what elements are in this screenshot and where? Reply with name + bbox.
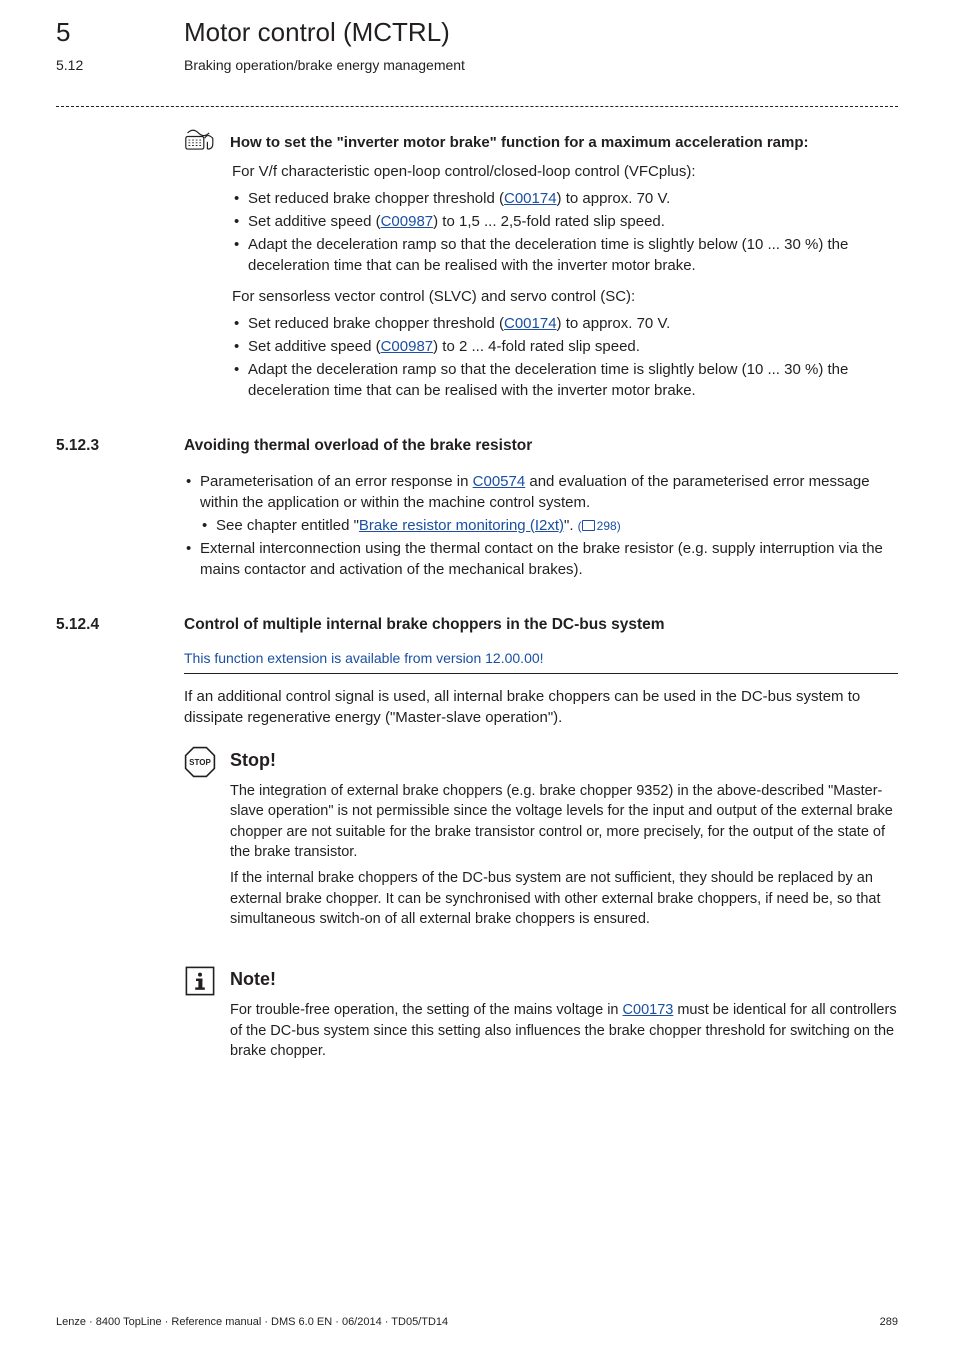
footer-page-number: 289 (880, 1315, 898, 1330)
howto-group1-intro: For V/f characteristic open-loop control… (232, 161, 898, 182)
procedure-icon (184, 129, 220, 153)
chapter-title: Motor control (MCTRL) (184, 14, 450, 50)
divider-dashed (56, 106, 898, 107)
link-c00174-b[interactable]: C00174 (504, 315, 557, 332)
link-brake-resistor-monitoring[interactable]: Brake resistor monitoring (I2xt) (359, 517, 564, 534)
section-5-12-3-heading: 5.12.3 Avoiding thermal overload of the … (56, 435, 898, 457)
link-c00173[interactable]: C00173 (623, 1002, 674, 1018)
sec5123-item1: Parameterisation of an error response in… (184, 471, 898, 536)
stop-icon: STOP (184, 746, 216, 778)
chapter-header: 5 Motor control (MCTRL) (56, 14, 898, 50)
page-ref-298[interactable]: (298) (578, 519, 621, 533)
note-callout: Note! For trouble-free operation, the se… (184, 963, 898, 1067)
section-5-12-3-title: Avoiding thermal overload of the brake r… (184, 435, 532, 457)
divider-solid (184, 673, 898, 674)
section-title: Braking operation/brake energy managemen… (184, 56, 465, 76)
howto-group1-item3: Adapt the deceleration ramp so that the … (232, 234, 898, 276)
sec5124-intro: If an additional control signal is used,… (184, 686, 898, 728)
svg-text:STOP: STOP (189, 758, 211, 767)
howto-group1-item2: Set additive speed (C00987) to 1,5 ... 2… (232, 211, 898, 232)
link-c00174[interactable]: C00174 (504, 190, 557, 207)
page-footer: Lenze · 8400 TopLine · Reference manual … (56, 1315, 898, 1330)
sec5123-item2: External interconnection using the therm… (184, 538, 898, 580)
sec5123-item1-sub: See chapter entitled "Brake resistor mon… (200, 515, 898, 536)
howto-group2-item3: Adapt the deceleration ramp so that the … (232, 359, 898, 401)
section-5-12-3-num: 5.12.3 (56, 435, 184, 457)
section-number: 5.12 (56, 56, 146, 76)
footer-left: Lenze · 8400 TopLine · Reference manual … (56, 1315, 448, 1330)
book-icon (582, 520, 595, 531)
stop-callout: STOP Stop! The integration of external b… (184, 744, 898, 935)
note-paragraph: For trouble-free operation, the setting … (230, 1000, 898, 1061)
howto-group1-item1: Set reduced brake chopper threshold (C00… (232, 188, 898, 209)
stop-title: Stop! (230, 748, 898, 773)
stop-paragraph-2: If the internal brake choppers of the DC… (230, 868, 898, 929)
howto-group2-intro: For sensorless vector control (SLVC) and… (232, 286, 898, 307)
howto-group2-item2: Set additive speed (C00987) to 2 ... 4-f… (232, 336, 898, 357)
stop-paragraph-1: The integration of external brake choppe… (230, 781, 898, 862)
link-c00987-b[interactable]: C00987 (381, 338, 434, 355)
link-c00987[interactable]: C00987 (381, 213, 434, 230)
section-5-12-4-heading: 5.12.4 Control of multiple internal brak… (56, 614, 898, 636)
howto-title: How to set the "inverter motor brake" fu… (230, 129, 809, 153)
version-note: This function extension is available fro… (184, 649, 898, 669)
section-5-12-4-num: 5.12.4 (56, 614, 184, 636)
note-title: Note! (230, 967, 898, 992)
link-c00574[interactable]: C00574 (473, 473, 526, 490)
howto-heading: How to set the "inverter motor brake" fu… (184, 129, 898, 153)
info-icon (184, 965, 216, 997)
section-5-12-4-title: Control of multiple internal brake chopp… (184, 614, 665, 636)
chapter-number: 5 (56, 14, 146, 50)
section-header: 5.12 Braking operation/brake energy mana… (56, 56, 898, 76)
howto-group2-item1: Set reduced brake chopper threshold (C00… (232, 313, 898, 334)
